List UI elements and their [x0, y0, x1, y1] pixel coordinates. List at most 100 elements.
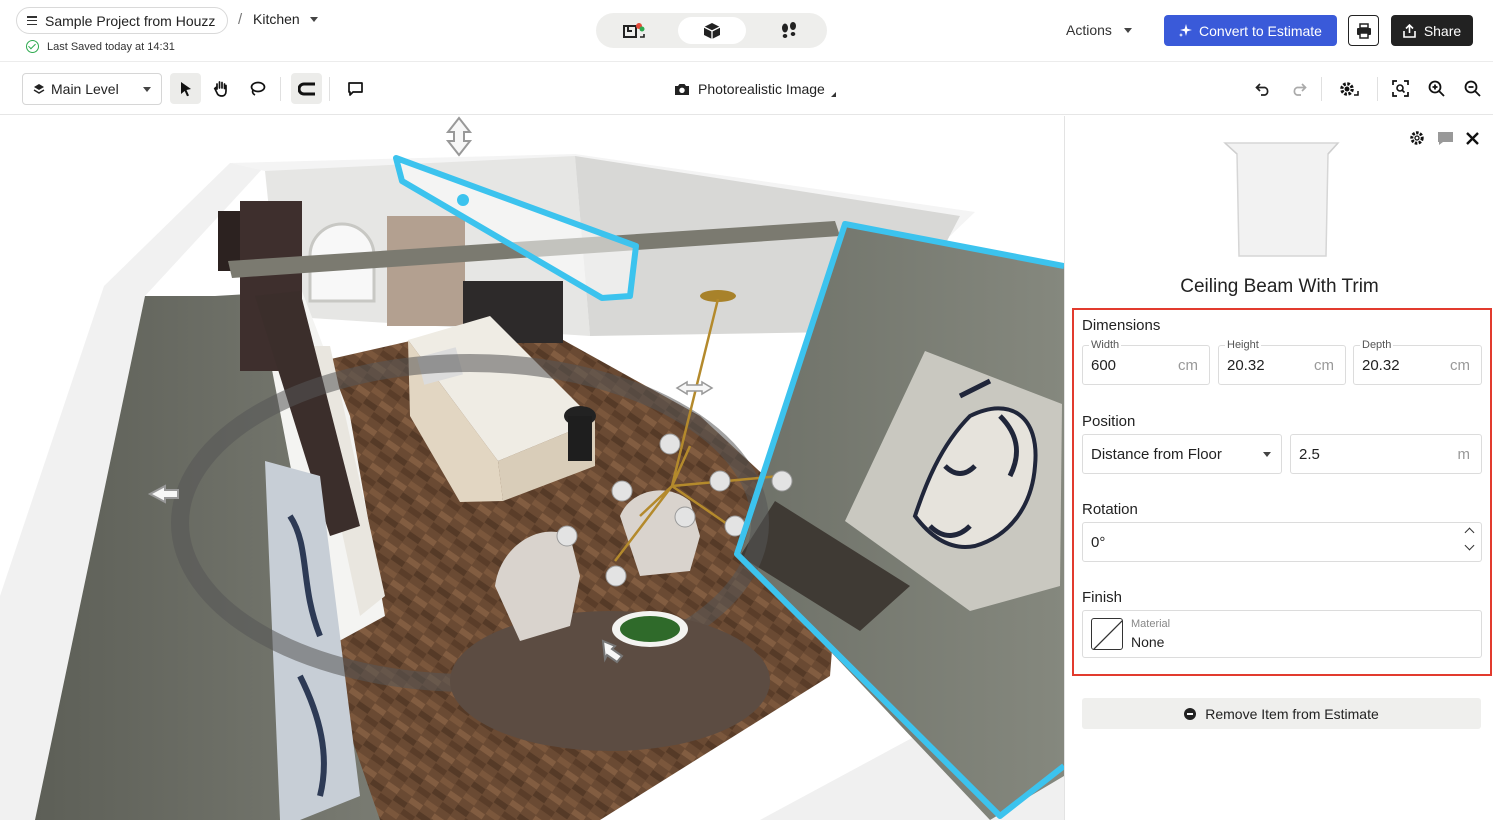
finish-label: Finish [1082, 589, 1123, 606]
dining-table [450, 611, 770, 751]
chevron-down-icon[interactable] [1464, 540, 1475, 551]
toolbar-divider [280, 77, 281, 101]
settings-button[interactable] [1333, 73, 1364, 104]
width-field[interactable]: Width 600 cm [1082, 339, 1210, 385]
chevron-up-icon[interactable] [1464, 527, 1475, 538]
position-reference-value: Distance from Floor [1091, 446, 1222, 463]
convert-label: Convert to Estimate [1199, 22, 1322, 39]
chevron-down-icon [309, 16, 318, 22]
globe-bulb [659, 433, 681, 455]
depth-field[interactable]: Depth 20.32 cm [1353, 339, 1482, 385]
material-picker[interactable]: Material None [1082, 610, 1482, 658]
width-unit: cm [1178, 357, 1198, 374]
height-value: 20.32 [1227, 357, 1265, 374]
check-circle-icon [26, 40, 39, 53]
height-label: Height [1225, 339, 1261, 351]
globe-bulb [605, 565, 627, 587]
fit-view-button[interactable] [1385, 73, 1416, 104]
zoom-in-icon [1428, 80, 1445, 97]
position-value-field[interactable]: 2.5 m [1290, 434, 1482, 474]
globe-bulb [556, 525, 578, 547]
project-menu-button[interactable]: Sample Project from Houzz [16, 7, 229, 34]
lasso-icon [250, 81, 266, 96]
snap-magnet-icon [297, 82, 315, 95]
depth-label: Depth [1360, 339, 1394, 351]
close-icon[interactable] [1466, 131, 1479, 145]
remove-label: Remove Item from Estimate [1205, 705, 1379, 722]
undo-icon [1254, 82, 1268, 96]
height-unit: cm [1314, 357, 1334, 374]
remove-from-estimate-button[interactable]: Remove Item from Estimate [1082, 698, 1481, 729]
level-selector[interactable]: Main Level [22, 73, 162, 105]
toolbar-divider [1321, 77, 1322, 101]
3d-viewport[interactable] [0, 116, 1064, 820]
pan-hand-icon [213, 81, 227, 97]
no-material-swatch-icon [1091, 618, 1123, 650]
share-upload-icon [1403, 23, 1416, 38]
comment-icon[interactable] [1437, 131, 1454, 146]
view-walkthrough-button[interactable] [755, 17, 823, 44]
properties-panel: Ceiling Beam With Trim Dimensions Width … [1064, 116, 1493, 820]
2d-floorplan-icon [623, 22, 645, 38]
moss-bowl-center [620, 616, 680, 642]
comment-tool-button[interactable] [340, 73, 371, 104]
pan-tool-button[interactable] [206, 73, 237, 104]
zoom-out-icon [1464, 80, 1481, 97]
settings-gear-icon[interactable] [1409, 130, 1425, 146]
beam-anchor-handle[interactable] [457, 194, 469, 206]
width-label: Width [1089, 339, 1122, 351]
save-status: Last Saved today at 14:31 [26, 40, 175, 53]
snap-tool-button[interactable] [291, 73, 322, 104]
share-button[interactable]: Share [1391, 15, 1473, 46]
position-label: Position [1082, 413, 1136, 430]
redo-button[interactable] [1283, 73, 1314, 104]
3d-box-icon [703, 22, 720, 39]
dimensions-label: Dimensions [1082, 317, 1161, 334]
rotation-stepper[interactable] [1464, 527, 1475, 551]
position-reference-select[interactable]: Distance from Floor [1082, 434, 1282, 474]
vertical-move-handle[interactable] [445, 116, 473, 157]
globe-bulb [709, 470, 731, 492]
zoom-out-button[interactable] [1457, 73, 1488, 104]
chevron-down-icon [1263, 452, 1271, 457]
breadcrumb-separator: / [238, 11, 243, 28]
rotation-field[interactable]: 0° [1082, 522, 1482, 562]
room-name: Kitchen [253, 11, 300, 27]
editor-toolbar: Main Level Photorealistic Image [0, 63, 1493, 115]
photo-label: Photorealistic Image [698, 81, 825, 97]
level-label: Main Level [51, 81, 119, 97]
depth-value: 20.32 [1362, 357, 1400, 374]
settings-gear-icon [1339, 81, 1359, 96]
room-selector[interactable]: Kitchen [253, 11, 318, 27]
view-mode-switch [596, 13, 827, 48]
lasso-tool-button[interactable] [242, 73, 273, 104]
item-thumbnail [1223, 142, 1340, 257]
actions-menu[interactable]: Actions [1066, 22, 1132, 38]
globe-bulb [771, 470, 793, 492]
zoom-in-button[interactable] [1421, 73, 1452, 104]
fit-view-icon [1392, 80, 1409, 97]
comment-icon [348, 81, 363, 96]
select-tool-button[interactable] [170, 73, 201, 104]
material-label: Material [1131, 618, 1171, 630]
rotation-label: Rotation [1082, 501, 1138, 518]
view-3d-button[interactable] [677, 17, 746, 44]
share-label: Share [1423, 22, 1462, 39]
globe-bulb [674, 506, 696, 528]
saved-status-text: Last Saved today at 14:31 [47, 40, 175, 53]
width-value: 600 [1091, 357, 1117, 374]
print-button[interactable] [1348, 15, 1379, 46]
item-title: Ceiling Beam With Trim [1180, 276, 1379, 297]
height-field[interactable]: Height 20.32 cm [1218, 339, 1346, 385]
dropdown-corner-icon [830, 91, 836, 97]
convert-to-estimate-button[interactable]: Convert to Estimate [1164, 15, 1337, 46]
position-value: 2.5 [1299, 446, 1320, 463]
printer-icon [1356, 22, 1371, 39]
top-bar: Sample Project from Houzz / Kitchen Last… [0, 0, 1493, 62]
undo-button[interactable] [1247, 73, 1278, 104]
view-2d-button[interactable] [600, 17, 668, 44]
chevron-down-icon [1123, 27, 1132, 33]
depth-unit: cm [1450, 357, 1470, 374]
photorealistic-image-button[interactable]: Photorealistic Image [674, 81, 836, 97]
3d-room-render[interactable] [0, 116, 1064, 820]
